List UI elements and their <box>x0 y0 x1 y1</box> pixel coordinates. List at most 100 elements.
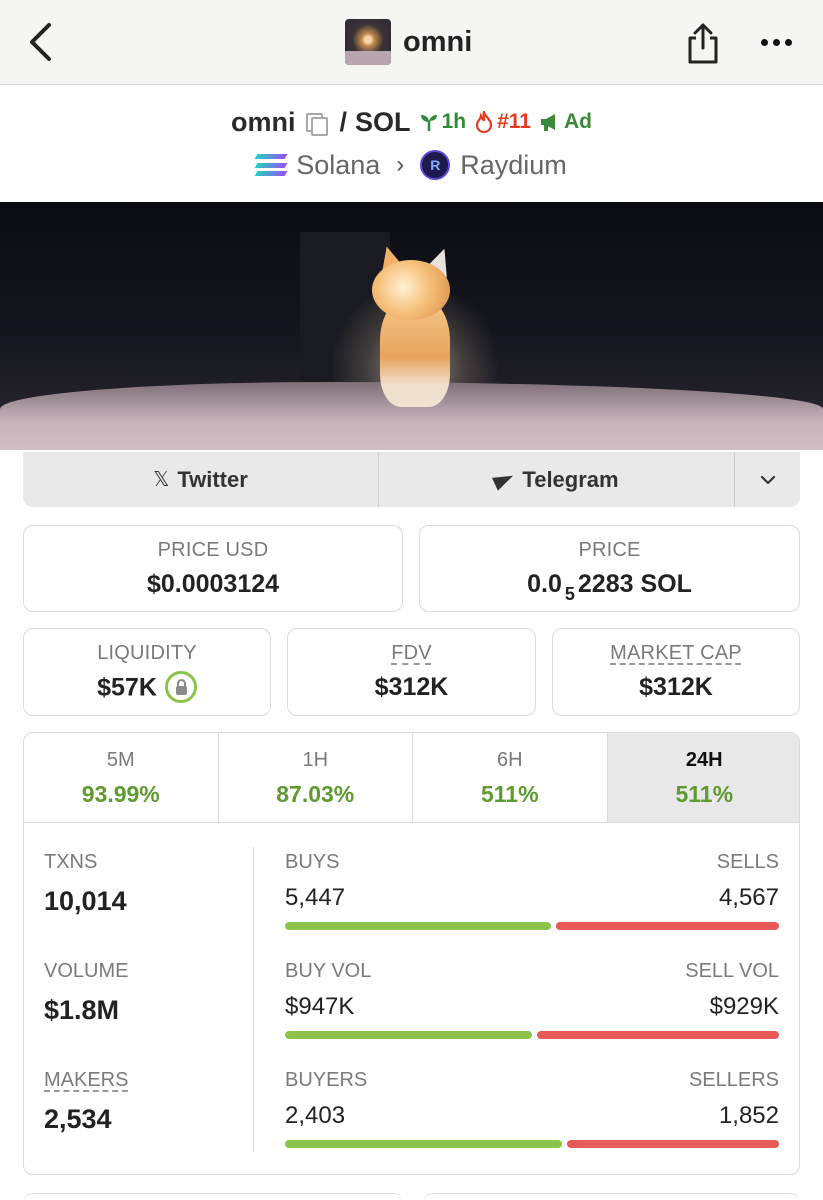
volume-ratio: BUY VOL SELL VOL $947K $929K <box>285 960 779 1039</box>
twitter-button[interactable]: 𝕏 Twitter <box>23 452 379 507</box>
fdv-label[interactable]: FDV <box>288 642 535 665</box>
price-native-zero-count: 5 <box>564 584 575 604</box>
tab-label: 1H <box>302 749 329 771</box>
token-banner-image <box>0 202 823 450</box>
chevron-right-icon: › <box>396 151 405 178</box>
chevron-left-icon <box>30 23 51 61</box>
sell-vol-label: SELL VOL <box>685 960 779 982</box>
buys-value: 5,447 <box>285 884 346 911</box>
solana-icon <box>254 152 288 178</box>
twitter-label: Twitter <box>177 466 248 492</box>
liquidity-value-row: $57K <box>24 671 270 705</box>
price-native-value: 0.0 5 2283 SOL <box>420 570 799 604</box>
buy-bar-segment <box>285 922 552 930</box>
tab-change-value: 93.99% <box>81 781 160 807</box>
buyers-value: 2,403 <box>285 1102 346 1129</box>
buy-vol-value: $947K <box>285 993 355 1020</box>
liquidity-value: $57K <box>97 673 157 702</box>
nav-token-header: omni <box>345 18 472 66</box>
buys-sells-bar <box>285 922 779 930</box>
txns-label: TXNS <box>44 851 98 873</box>
flame-icon <box>475 111 493 133</box>
buys-label: BUYS <box>285 851 340 873</box>
liquidity-card: LIQUIDITY $57K <box>23 628 271 716</box>
tab-1h[interactable]: 1H 87.03% <box>219 733 413 822</box>
lock-icon[interactable] <box>164 671 197 703</box>
chain-name[interactable]: Solana <box>296 150 380 181</box>
more-links-dropdown[interactable] <box>735 452 800 507</box>
telegram-button[interactable]: Telegram <box>379 452 735 507</box>
ad-text: Ad <box>563 110 592 133</box>
buy-bar-segment <box>285 1140 562 1148</box>
price-usd-value: $0.0003124 <box>146 570 280 598</box>
dot-icon <box>760 38 768 46</box>
price-usd-card: PRICE USD $0.0003124 <box>23 525 403 612</box>
tab-24h[interactable]: 24H 511% <box>607 733 799 822</box>
trending-rank-text: #11 <box>497 110 531 133</box>
makers-value: 2,534 <box>44 1104 112 1134</box>
buyers-sellers-ratio: BUYERS SELLERS 2,403 1,852 <box>285 1069 779 1148</box>
price-native-card: PRICE 0.0 5 2283 SOL <box>419 525 800 612</box>
tab-5m[interactable]: 5M 93.99% <box>24 733 219 822</box>
tab-change-value: 511% <box>480 781 539 807</box>
next-cards-edge <box>23 1193 800 1200</box>
pair-separator: / <box>339 106 348 137</box>
volume-value: $1.8M <box>44 995 120 1025</box>
raydium-icon: R <box>420 150 451 180</box>
sprout-icon <box>420 115 437 131</box>
sells-value: 4,567 <box>718 884 779 911</box>
tab-label: 5M <box>106 749 135 771</box>
timeframe-tabs: 5M 93.99% 1H 87.03% 6H 511% 24H 511% <box>24 733 799 823</box>
token-symbol: omni <box>231 106 296 137</box>
volume-bar <box>285 1031 779 1039</box>
market-cap-label[interactable]: MARKET CAP <box>553 642 799 665</box>
stats-panel: 5M 93.99% 1H 87.03% 6H 511% 24H 511% TXN… <box>23 732 800 1175</box>
sell-vol-value: $929K <box>709 993 779 1020</box>
quote-symbol: SOL <box>355 106 411 137</box>
market-cap-label-text: MARKET CAP <box>610 642 742 664</box>
makers-label[interactable]: MAKERS <box>44 1069 128 1092</box>
dot-icon <box>784 38 792 46</box>
market-cap-value: $312K <box>639 673 713 701</box>
pair-title-row: omni / SOL 1h #11 Ad <box>0 104 823 140</box>
stats-divider <box>253 847 254 1152</box>
txns-value: 10,014 <box>44 886 127 916</box>
telegram-label: Telegram <box>522 466 619 492</box>
back-button[interactable] <box>20 20 60 64</box>
volume-metric: VOLUME $1.8M <box>44 960 128 1026</box>
top-nav-bar: omni <box>0 0 823 85</box>
sell-bar-segment <box>556 922 779 930</box>
share-button[interactable] <box>683 20 723 66</box>
dot-icon <box>772 38 780 46</box>
social-links-bar: 𝕏 Twitter Telegram <box>23 452 800 507</box>
fdv-card: FDV $312K <box>287 628 536 716</box>
pair-age-text: 1h <box>441 110 467 133</box>
fdv-value: $312K <box>374 673 449 701</box>
telegram-icon <box>494 471 514 489</box>
tab-6h[interactable]: 6H 511% <box>413 733 608 822</box>
trending-rank-badge: #11 <box>474 110 531 134</box>
buys-sells-ratio: BUYS SELLS 5,447 4,567 <box>285 851 779 930</box>
tab-change-value: 511% <box>675 781 734 807</box>
sell-bar-segment <box>536 1031 779 1039</box>
txns-metric: TXNS 10,014 <box>44 851 127 917</box>
copy-icon[interactable] <box>304 111 328 136</box>
more-options-button[interactable] <box>756 30 796 54</box>
price-native-rest: 2283 SOL <box>577 570 692 598</box>
tab-change-value: 87.03% <box>276 781 355 807</box>
chevron-down-icon <box>760 475 775 484</box>
price-native-prefix: 0.0 <box>527 570 562 598</box>
ad-badge: Ad <box>539 110 592 134</box>
sellers-value: 1,852 <box>718 1102 779 1129</box>
market-cap-card: MARKET CAP $312K <box>552 628 800 716</box>
dex-name[interactable]: Raydium <box>460 150 567 181</box>
buy-vol-label: BUY VOL <box>285 960 372 982</box>
tab-label: 24H <box>685 749 723 771</box>
tab-label: 6H <box>496 749 523 771</box>
buyers-label: BUYERS <box>285 1069 368 1091</box>
sellers-label: SELLERS <box>688 1069 779 1091</box>
megaphone-icon <box>540 114 555 131</box>
price-native-label: PRICE <box>578 539 641 561</box>
buyers-sellers-bar <box>285 1140 779 1148</box>
chain-breadcrumb: Solana › R Raydium <box>0 146 823 184</box>
